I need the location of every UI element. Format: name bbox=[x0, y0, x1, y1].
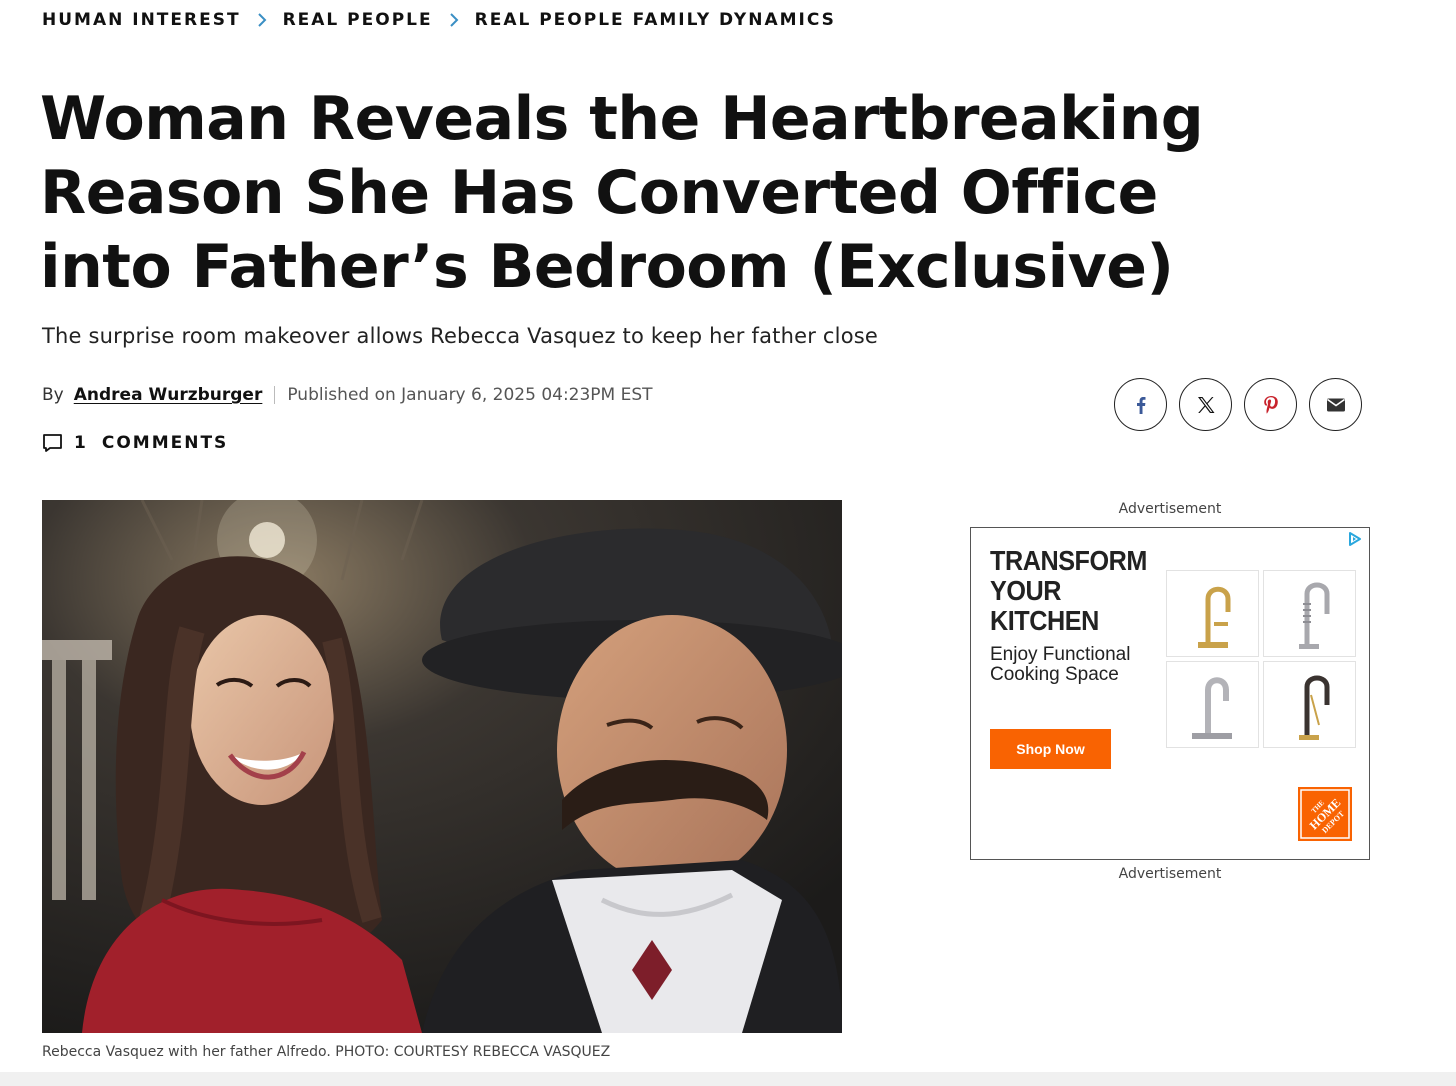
faucet-gold-icon[interactable] bbox=[1166, 570, 1259, 657]
published-date: Published on January 6, 2025 04:23PM EST bbox=[287, 385, 653, 405]
comments-label: COMMENTS bbox=[101, 433, 229, 453]
breadcrumb-item-real-people[interactable]: REAL PEOPLE bbox=[283, 10, 433, 30]
pinterest-icon bbox=[1263, 395, 1278, 414]
breadcrumb: HUMAN INTEREST REAL PEOPLE REAL PEOPLE F… bbox=[42, 10, 836, 30]
article-headline: Woman Reveals the Heartbreaking Reason S… bbox=[40, 84, 1204, 302]
faucet-bronze-gold-icon[interactable] bbox=[1263, 661, 1356, 748]
chevron-right-icon bbox=[257, 13, 267, 27]
share-facebook-button[interactable] bbox=[1114, 378, 1167, 431]
shop-now-button[interactable]: Shop Now bbox=[990, 729, 1111, 769]
share-pinterest-button[interactable] bbox=[1244, 378, 1297, 431]
page-bottom-edge bbox=[0, 1072, 1456, 1086]
share-email-button[interactable] bbox=[1309, 378, 1362, 431]
email-icon bbox=[1326, 398, 1345, 411]
faucet-steel-spring-icon[interactable] bbox=[1263, 570, 1356, 657]
comments-link[interactable]: 1 COMMENTS bbox=[42, 432, 228, 454]
advertisement-label: Advertisement bbox=[1118, 501, 1222, 517]
home-depot-logo: THE HOME DEPOT bbox=[1298, 787, 1352, 841]
chevron-right-icon bbox=[449, 13, 459, 27]
byline-by-label: By bbox=[42, 385, 64, 405]
faucet-product-grid bbox=[1166, 570, 1356, 748]
breadcrumb-item-family-dynamics[interactable]: REAL PEOPLE FAMILY DYNAMICS bbox=[475, 10, 836, 30]
comment-icon bbox=[43, 434, 62, 452]
adchoices-icon[interactable] bbox=[1347, 531, 1363, 547]
author-link[interactable]: Andrea Wurzburger bbox=[74, 385, 263, 405]
comments-count: 1 bbox=[74, 433, 88, 453]
byline-divider bbox=[274, 386, 276, 404]
photo-father-and-daughter bbox=[42, 500, 842, 1033]
advertisement-label: Advertisement bbox=[1118, 866, 1222, 882]
breadcrumb-item-human-interest[interactable]: HUMAN INTEREST bbox=[42, 10, 241, 30]
facebook-icon bbox=[1136, 396, 1145, 414]
faucet-chrome-icon[interactable] bbox=[1166, 661, 1259, 748]
share-bar bbox=[1114, 378, 1362, 431]
ad-body-text: Enjoy Functional Cooking Space bbox=[990, 644, 1131, 685]
ad-headline: TRANSFORM YOUR KITCHEN bbox=[990, 545, 1147, 636]
photo-caption: Rebecca Vasquez with her father Alfredo.… bbox=[42, 1044, 611, 1060]
article-dek: The surprise room makeover allows Rebecc… bbox=[42, 324, 879, 348]
x-icon bbox=[1197, 396, 1214, 413]
byline: By Andrea Wurzburger Published on Januar… bbox=[42, 385, 653, 405]
advertisement-banner[interactable]: TRANSFORM YOUR KITCHEN Enjoy Functional … bbox=[970, 527, 1370, 860]
share-x-button[interactable] bbox=[1179, 378, 1232, 431]
article-hero-photo bbox=[42, 500, 842, 1033]
